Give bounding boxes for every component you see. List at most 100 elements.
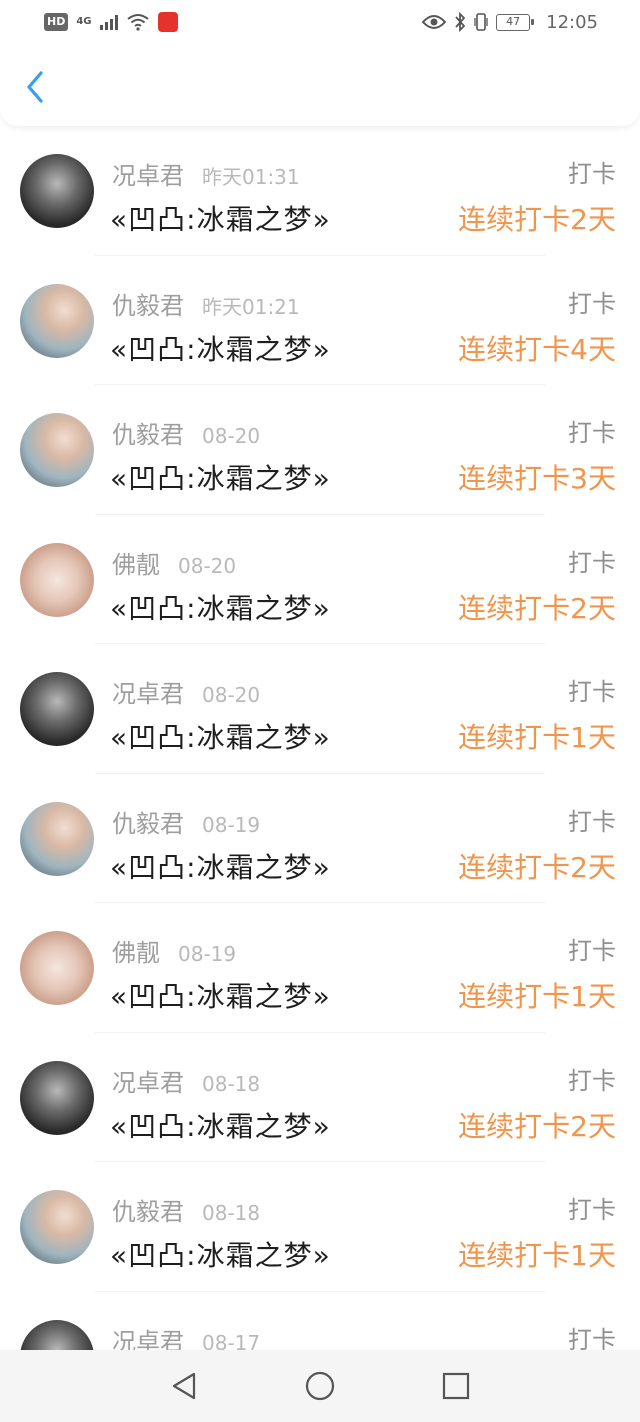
signal-icon [99, 14, 118, 30]
list-item[interactable]: 佛靓 08-20 «凹凸:冰霜之梦» 打卡 连续打卡2天 [0, 515, 640, 645]
streak-label: 连续打卡2天 [458, 591, 616, 625]
post-date: 08-20 [202, 424, 261, 448]
list-item[interactable]: 况卓君 08-20 «凹凸:冰霜之梦» 打卡 连续打卡1天 [0, 644, 640, 774]
app-notification-icon [157, 12, 178, 32]
user-name-text: 仇毅君 [112, 421, 184, 449]
user-name: 况卓君 08-20 [112, 674, 260, 709]
post-date: 08-19 [178, 942, 237, 966]
checkin-label: 打卡 [568, 1066, 616, 1095]
streak-label: 连续打卡1天 [458, 721, 616, 754]
user-name-text: 况卓君 [112, 1327, 184, 1351]
checkin-label: 打卡 [568, 1325, 616, 1351]
book-title: «凹凸:冰霜之梦» [110, 850, 331, 884]
avatar[interactable] [20, 1319, 94, 1350]
book-title: «凹凸:冰霜之梦» [110, 462, 331, 495]
post-date: 08-19 [202, 812, 261, 837]
streak-label: 连续打卡2天 [458, 203, 616, 236]
post-date: 昨天01:21 [202, 294, 300, 319]
streak-label: 连续打卡4天 [458, 332, 616, 366]
clock: 12:05 [546, 11, 598, 33]
book-title: «凹凸:冰霜之梦» [110, 332, 331, 366]
user-name-text: 佛靓 [112, 939, 160, 967]
checkin-label: 打卡 [568, 160, 616, 188]
user-name: 况卓君 08-17 [112, 1322, 260, 1351]
streak-label: 连续打卡2天 [458, 1109, 616, 1143]
avatar[interactable] [20, 542, 94, 617]
checkin-label: 打卡 [568, 289, 616, 318]
bluetooth-icon [455, 12, 466, 32]
user-name-text: 仇毅君 [112, 809, 184, 838]
post-date: 08-18 [202, 1071, 261, 1096]
list-item[interactable]: 仇毅君 昨天01:21 «凹凸:冰霜之梦» 打卡 连续打卡4天 [0, 256, 640, 386]
checkin-list[interactable]: 况卓君 昨天01:31 «凹凸:冰霜之梦» 打卡 连续打卡2天 仇毅君 昨天01:2… [0, 126, 640, 1350]
streak-label: 连续打卡1天 [458, 980, 616, 1013]
list-item[interactable]: 佛靓 08-19 «凹凸:冰霜之梦» 打卡 连续打卡1天 [0, 903, 640, 1033]
checkin-label: 打卡 [568, 1196, 616, 1224]
list-item[interactable]: 仇毅君 08-19 «凹凸:冰霜之梦» 打卡 连续打卡2天 [0, 774, 640, 904]
status-left: HD 4G [44, 12, 178, 32]
book-title: «凹凸:冰霜之梦» [110, 980, 331, 1013]
eye-icon [422, 15, 447, 29]
battery-indicator: 47 [496, 13, 535, 31]
streak-label: 连续打卡3天 [458, 462, 616, 495]
post-date: 昨天01:31 [202, 165, 300, 189]
post-date: 08-18 [202, 1201, 261, 1225]
back-button[interactable] [18, 68, 52, 106]
user-name: 佛靓 08-20 [112, 545, 236, 580]
nav-recents-button[interactable] [440, 1370, 472, 1402]
network-label: 4G [76, 16, 92, 27]
post-date: 08-17 [202, 1330, 261, 1351]
book-title: «凹凸:冰霜之梦» [110, 1109, 331, 1143]
streak-label: 连续打卡1天 [458, 1239, 616, 1272]
post-date: 08-20 [178, 553, 237, 578]
list-item[interactable]: 况卓君08-17 «凹凸:冰霜之梦» 打卡 连续打卡2天 [0, 1292, 640, 1351]
user-name-text: 佛靓 [112, 550, 160, 579]
user-name: 况卓君 昨天01:31 [112, 156, 300, 191]
avatar[interactable] [20, 1060, 94, 1135]
checkin-label: 打卡 [568, 548, 616, 577]
avatar[interactable] [20, 801, 94, 876]
avatar[interactable] [20, 413, 94, 487]
avatar[interactable] [20, 283, 94, 358]
book-title: «凹凸:冰霜之梦» [110, 591, 331, 625]
checkin-label: 打卡 [568, 807, 616, 836]
circle-home-icon [305, 1371, 335, 1401]
user-name-text: 况卓君 [112, 680, 184, 708]
triangle-back-icon [172, 1372, 196, 1400]
status-bar: HD 4G 47 12:05 [0, 0, 640, 44]
checkin-label: 打卡 [568, 678, 616, 706]
hd-badge: HD [44, 13, 69, 31]
user-name-text: 况卓君 [112, 1068, 184, 1097]
user-name: 仇毅君 08-18 [112, 1192, 260, 1227]
book-title: «凹凸:冰霜之梦» [110, 721, 331, 754]
avatar[interactable] [20, 672, 94, 746]
list-item[interactable]: 仇毅君 08-18 «凹凸:冰霜之梦» 打卡 连续打卡1天 [0, 1162, 640, 1292]
vibrate-icon [474, 13, 488, 31]
post-date: 08-20 [202, 683, 261, 707]
user-name: 况卓君 08-18 [112, 1063, 260, 1098]
user-name-text: 况卓君 [112, 162, 184, 190]
list-item[interactable]: 仇毅君 08-20 «凹凸:冰霜之梦» 打卡 连续打卡3天 [0, 385, 640, 515]
book-title: «凹凸:冰霜之梦» [110, 1239, 331, 1272]
user-name: 仇毅君 08-19 [112, 804, 260, 839]
list-item[interactable]: 况卓君 昨天01:31 «凹凸:冰霜之梦» 打卡 连续打卡2天 [0, 126, 640, 256]
nav-back-button[interactable] [168, 1370, 200, 1402]
avatar[interactable] [20, 1190, 94, 1264]
book-title: «凹凸:冰霜之梦» [110, 203, 331, 236]
user-name: 仇毅君 08-20 [112, 415, 260, 450]
user-name: 仇毅君 昨天01:21 [112, 286, 300, 321]
square-recents-icon [442, 1372, 470, 1400]
user-name: 佛靓 08-19 [112, 933, 236, 968]
list-item[interactable]: 况卓君 08-18 «凹凸:冰霜之梦» 打卡 连续打卡2天 [0, 1033, 640, 1163]
user-name-text: 仇毅君 [112, 1198, 184, 1226]
system-nav-bar [0, 1350, 640, 1422]
nav-home-button[interactable] [304, 1370, 336, 1402]
checkin-label: 打卡 [568, 937, 616, 965]
status-right: 47 12:05 [422, 12, 598, 33]
header [0, 44, 640, 126]
avatar[interactable] [20, 931, 94, 1005]
wifi-icon [126, 14, 149, 31]
avatar[interactable] [20, 154, 94, 228]
streak-label: 连续打卡2天 [458, 850, 616, 884]
chevron-left-icon [27, 71, 43, 103]
